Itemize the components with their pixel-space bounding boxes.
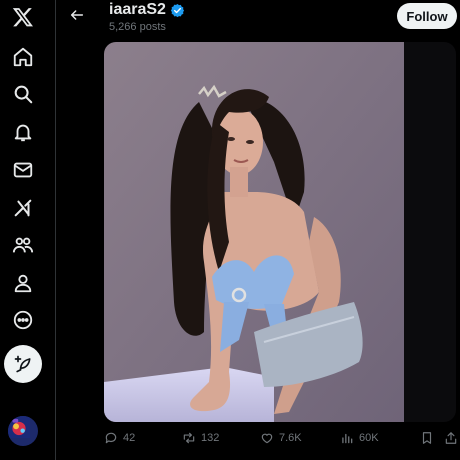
bell-icon[interactable]: [8, 117, 38, 147]
like-count: 7.6K: [279, 432, 302, 444]
post-count: 5,266 posts: [109, 21, 166, 33]
profile-icon[interactable]: [8, 268, 38, 298]
reply-button[interactable]: 42: [104, 428, 135, 448]
more-icon[interactable]: [8, 305, 38, 335]
bookmark-icon: [422, 432, 432, 444]
sidebar-nav: [0, 0, 56, 460]
reply-icon: [105, 432, 117, 444]
bookmark-button[interactable]: [420, 428, 434, 448]
reply-count: 42: [123, 432, 136, 444]
account-avatar[interactable]: [8, 416, 38, 446]
share-icon: [445, 432, 457, 444]
share-button[interactable]: [444, 428, 458, 448]
repost-count: 132: [201, 432, 220, 444]
home-icon[interactable]: [8, 42, 38, 72]
profile-name: iaaraS2: [109, 1, 185, 19]
views-icon: [342, 433, 353, 444]
back-arrow-icon[interactable]: [66, 4, 88, 26]
post-actions: 42 132 7.6K 60K: [56, 428, 460, 448]
profile-name-text: iaaraS2: [109, 1, 166, 18]
follow-button[interactable]: Follow: [397, 3, 457, 29]
heart-icon: [261, 433, 273, 444]
profile-header: iaaraS2 5,266 posts Follow: [56, 0, 460, 36]
compose-post-button[interactable]: [4, 345, 42, 383]
communities-icon[interactable]: [8, 230, 38, 260]
views-count: 60K: [359, 432, 379, 444]
post-media[interactable]: [104, 42, 456, 422]
x-logo-icon[interactable]: [8, 2, 38, 32]
grok-icon[interactable]: [8, 193, 38, 223]
post-photo: [104, 42, 404, 422]
views-button[interactable]: 60K: [340, 428, 379, 448]
mail-icon[interactable]: [8, 155, 38, 185]
repost-icon: [183, 432, 195, 444]
like-button[interactable]: 7.6K: [260, 428, 302, 448]
feather-plus-icon: [14, 355, 31, 373]
repost-button[interactable]: 132: [182, 428, 219, 448]
search-icon[interactable]: [8, 79, 38, 109]
verified-badge-icon: [170, 3, 184, 17]
